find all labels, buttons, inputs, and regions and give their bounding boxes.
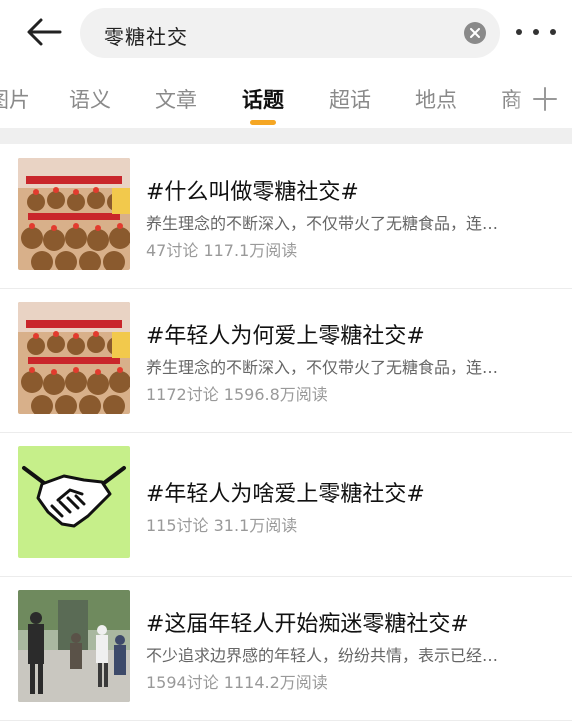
more-options-button[interactable] — [516, 22, 556, 42]
top-bar: 零糖社交 — [0, 0, 572, 64]
topic-description: 养生理念的不断深入，不仅带火了无糖食品，连… — [146, 358, 499, 377]
topic-stats: 1172讨论 1596.8万阅读 — [146, 385, 328, 404]
add-tab-icon[interactable] — [532, 86, 558, 112]
back-arrow-icon — [27, 18, 62, 46]
topic-description: 不少追求边界感的年轻人，纷纷共情，表示已经… — [146, 646, 499, 665]
close-icon — [470, 28, 480, 38]
search-input[interactable]: 零糖社交 — [80, 8, 500, 58]
topic-item[interactable]: #这届年轻人开始痴迷零糖社交# 不少追求边界感的年轻人，纷纷共情，表示已经… 1… — [0, 576, 572, 721]
tab-super-topics[interactable]: 超话 — [329, 84, 371, 114]
tab-articles[interactable]: 文章 — [155, 84, 197, 114]
tab-pictures[interactable]: 图片 — [0, 84, 30, 114]
tab-semantic[interactable]: 语义 — [69, 84, 111, 114]
back-button[interactable] — [22, 14, 66, 50]
handshake-thumbnail — [18, 446, 130, 558]
topic-title: #年轻人为啥爱上零糖社交# — [146, 482, 425, 507]
handshake-icon — [18, 446, 130, 558]
search-query-text: 零糖社交 — [104, 25, 188, 49]
topic-item[interactable]: #年轻人为啥爱上零糖社交# 115讨论 31.1万阅读 — [0, 432, 572, 577]
topic-title: #年轻人为何爱上零糖社交# — [146, 324, 425, 349]
topic-stats: 47讨论 117.1万阅读 — [146, 241, 298, 260]
topic-stats: 1594讨论 1114.2万阅读 — [146, 673, 328, 692]
active-tab-indicator — [250, 120, 276, 125]
plush-toys-thumbnail — [18, 302, 130, 414]
people-outdoor-thumbnail — [18, 590, 130, 702]
more-dot-icon — [533, 29, 539, 35]
topic-item[interactable]: #年轻人为何爱上零糖社交# 养生理念的不断深入，不仅带火了无糖食品，连… 117… — [0, 288, 572, 433]
plush-toys-thumbnail — [18, 158, 130, 270]
topic-item[interactable]: #什么叫做零糖社交# 养生理念的不断深入，不仅带火了无糖食品，连… 47讨论 1… — [0, 144, 572, 289]
topic-stats: 115讨论 31.1万阅读 — [146, 516, 298, 535]
clear-search-button[interactable] — [464, 22, 486, 44]
topic-description: 养生理念的不断深入，不仅带火了无糖食品，连… — [146, 214, 499, 233]
topic-title: #这届年轻人开始痴迷零糖社交# — [146, 612, 469, 637]
category-tabs: 图片 语义 文章 话题 超话 地点 商 — [0, 72, 572, 128]
tab-topics[interactable]: 话题 — [242, 84, 284, 114]
section-divider — [0, 128, 572, 144]
more-dot-icon — [550, 29, 556, 35]
more-dot-icon — [516, 29, 522, 35]
topic-title: #什么叫做零糖社交# — [146, 180, 359, 205]
tab-places[interactable]: 地点 — [415, 84, 457, 114]
